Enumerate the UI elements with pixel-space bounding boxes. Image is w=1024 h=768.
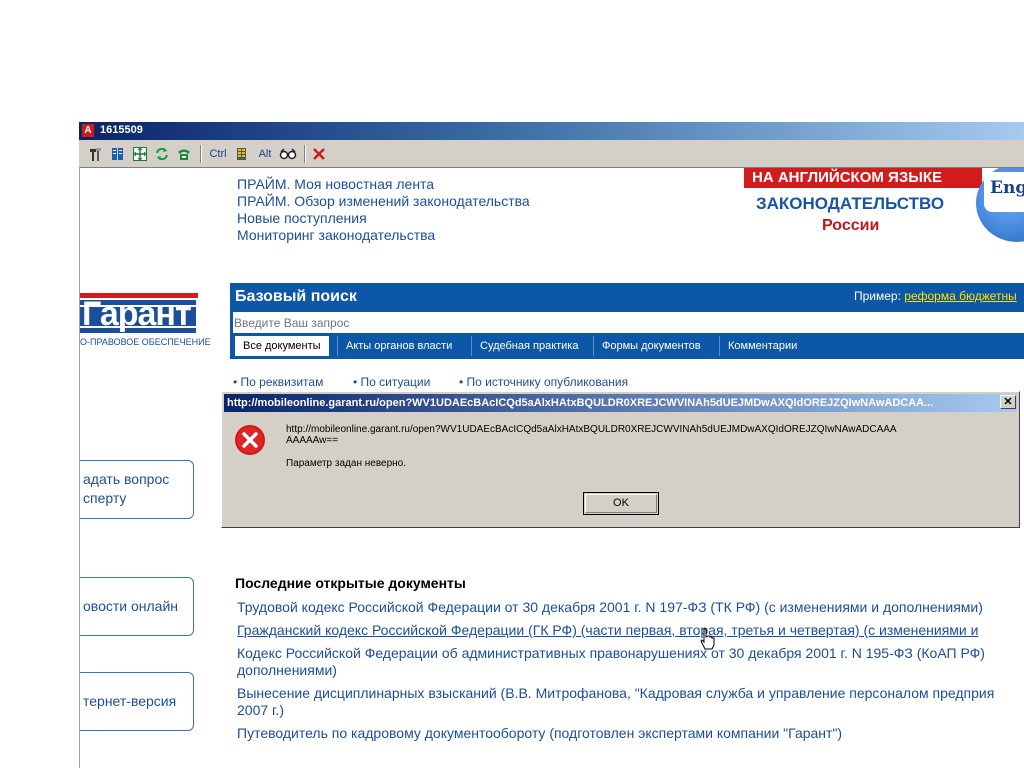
recent-doc-koap[interactable]: Кодекс Российской Федерации об администр… xyxy=(237,645,985,662)
dialog-error-text: Параметр задан неверно. xyxy=(286,458,407,469)
ask-expert-line2: сперту xyxy=(83,490,127,506)
globe-icon: Eng xyxy=(976,168,1024,242)
error-icon xyxy=(235,425,265,455)
tab-comments[interactable]: Комментарии xyxy=(719,336,805,356)
book-icon[interactable] xyxy=(109,146,127,162)
fit-screen-icon[interactable] xyxy=(131,146,149,162)
recent-doc-hr-guide[interactable]: Путеводитель по кадровому документооборо… xyxy=(237,725,842,742)
ctrl-key-button[interactable]: Ctrl xyxy=(207,146,229,162)
search-input[interactable] xyxy=(233,312,1024,333)
link-praym-news[interactable]: ПРАЙМ. Моя новостная лента xyxy=(237,176,434,192)
english-legislation-banner[interactable]: НА АНГЛИЙСКОМ ЯЗЫКЕ ЗАКОНОДАТЕЛЬСТВО Рос… xyxy=(744,168,1024,244)
news-online-label: овости онлайн xyxy=(83,598,178,614)
recent-doc-koap-cont[interactable]: дополнениями) xyxy=(237,662,337,679)
alt-key-button[interactable]: Alt xyxy=(255,146,275,162)
ask-expert-line1: адать вопрос xyxy=(83,471,170,487)
toolbar-separator xyxy=(304,145,306,163)
dialog-title[interactable]: http://mobileonline.garant.ru/open?WV1UD… xyxy=(224,394,1017,412)
dialog-url-line2: AAAAAw== xyxy=(286,435,339,446)
app-icon: A xyxy=(82,124,94,137)
link-monitoring[interactable]: Мониторинг законодательства xyxy=(237,227,435,243)
example-label: Пример: xyxy=(854,289,901,303)
globe-text: Eng xyxy=(984,172,1024,212)
close-icon[interactable] xyxy=(310,146,328,162)
tab-all-documents[interactable]: Все документы xyxy=(235,336,329,356)
recent-doc-disciplinary-cont[interactable]: 2007 г.) xyxy=(237,702,284,719)
dialog-message: http://mobileonline.garant.ru/open?WV1UD… xyxy=(286,424,986,469)
banner-legislation: ЗАКОНОДАТЕЛЬСТВО xyxy=(756,194,945,213)
search-example: Пример: реформа бюджетны xyxy=(854,289,1017,303)
hand-cursor-icon xyxy=(700,628,715,650)
logo-wordmark: Гарант xyxy=(82,295,192,333)
link-new-arrivals[interactable]: Новые поступления xyxy=(237,210,367,226)
banner-headline: НА АНГЛИЙСКОМ ЯЗЫКЕ xyxy=(744,168,982,188)
phone-icon[interactable] xyxy=(175,146,193,162)
recent-doc-disciplinary[interactable]: Вынесение дисциплинарных взысканий (В.В.… xyxy=(237,685,994,702)
keyboard-icon[interactable] xyxy=(233,146,251,162)
window-title: 1615509 xyxy=(100,124,143,136)
dialog-url-line1: http://mobileonline.garant.ru/open?WV1UD… xyxy=(286,424,897,435)
recent-doc-labor-code[interactable]: Трудовой кодекс Российской Федерации от … xyxy=(237,599,983,616)
refresh-icon[interactable] xyxy=(153,146,171,162)
ok-button[interactable]: OK xyxy=(583,492,659,515)
tab-court-practice[interactable]: Судебная практика xyxy=(471,336,586,356)
glasses-icon[interactable] xyxy=(278,146,298,162)
logo-caption: О-ПРАВОВОЕ ОБЕСПЕЧЕНИЕ xyxy=(80,337,211,347)
garant-logo[interactable]: Гарант О-ПРАВОВОЕ ОБЕСПЕЧЕНИЕ xyxy=(80,293,211,347)
internet-version-label: тернет-версия xyxy=(83,693,177,709)
link-by-situation[interactable]: • По ситуации xyxy=(353,375,430,389)
ask-expert-button[interactable]: адать вопрос сперту xyxy=(80,460,194,519)
basic-search-panel: Базовый поиск Пример: реформа бюджетны В… xyxy=(230,283,1024,359)
search-title: Базовый поиск xyxy=(235,288,357,305)
example-link[interactable]: реформа бюджетны xyxy=(904,289,1017,303)
toolbar: Ctrl Alt xyxy=(79,140,1024,168)
tab-document-forms[interactable]: Формы документов xyxy=(593,336,709,356)
ok-button-label: OK xyxy=(585,494,657,513)
error-dialog: http://mobileonline.garant.ru/open?WV1UD… xyxy=(221,391,1020,528)
window-titlebar[interactable]: A 1615509 xyxy=(79,122,1024,140)
toolbar-separator xyxy=(200,145,202,163)
recent-documents-title: Последние открытые документы xyxy=(235,575,466,591)
recent-doc-civil-code[interactable]: Гражданский кодекс Российской Федерации … xyxy=(237,622,978,639)
link-by-requisites[interactable]: • По реквизитам xyxy=(233,375,323,389)
link-praym-review[interactable]: ПРАЙМ. Обзор изменений законодательства xyxy=(237,193,530,209)
dialog-close-button[interactable]: ✕ xyxy=(1000,395,1016,409)
tools-icon[interactable] xyxy=(87,146,105,162)
internet-version-button[interactable]: тернет-версия xyxy=(80,672,194,731)
link-by-source[interactable]: • По источнику опубликования xyxy=(459,375,628,389)
banner-russia: России xyxy=(822,217,880,234)
news-online-button[interactable]: овости онлайн xyxy=(80,577,194,636)
tab-authority-acts[interactable]: Акты органов власти xyxy=(337,336,460,356)
